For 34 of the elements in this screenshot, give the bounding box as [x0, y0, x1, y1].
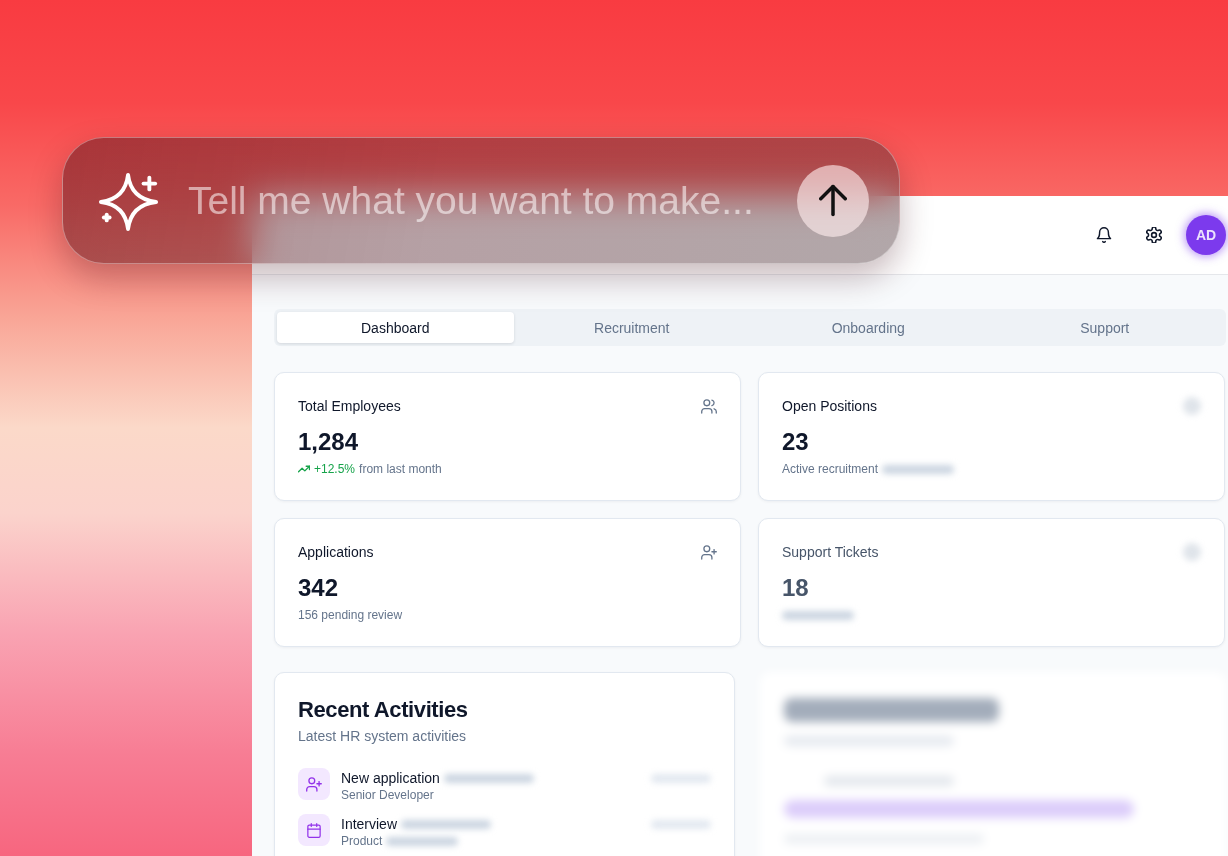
- people-icon: [701, 398, 717, 414]
- tab[interactable]: Dashboard: [277, 312, 514, 343]
- change-value: +12.5%: [314, 462, 356, 476]
- blurred-icon: [1183, 397, 1201, 415]
- prompt-input[interactable]: Tell me what you want to make...: [188, 174, 769, 227]
- add-user-icon: [298, 768, 330, 800]
- stat-note: Active recruitment: [782, 462, 879, 476]
- avatar[interactable]: AD: [1186, 215, 1226, 255]
- tab[interactable]: Onboarding: [750, 312, 987, 343]
- trend-up-icon: [298, 465, 310, 473]
- tab[interactable]: Recruitment: [513, 312, 750, 343]
- activity-subtitle: Product: [341, 833, 383, 849]
- card-subtitle: Latest HR system activities: [298, 727, 468, 746]
- stat-value: 18: [782, 573, 809, 603]
- stat-title: Support Tickets: [782, 543, 879, 562]
- stat-title: Total Employees: [298, 397, 401, 416]
- stat-note: 156 pending review: [298, 608, 403, 622]
- stat-title: Applications: [298, 543, 374, 562]
- card-title: Recent Activities: [298, 696, 469, 724]
- add-user-icon: [701, 544, 717, 560]
- stat-value: 1,284: [298, 427, 359, 457]
- blurred-icon: [1183, 543, 1201, 561]
- activity-title: New application: [341, 769, 440, 787]
- change-caption: from last month: [359, 462, 442, 476]
- stat-value: 342: [298, 573, 339, 603]
- stat-title: Open Positions: [782, 397, 877, 416]
- activity-subtitle: Senior Developer: [341, 787, 434, 803]
- stat-value: 23: [782, 427, 809, 457]
- activity-title: Interview: [341, 815, 398, 833]
- calendar-icon: [298, 814, 330, 846]
- bell-icon: [1096, 227, 1112, 243]
- tab[interactable]: Support: [986, 312, 1223, 343]
- prompt-field[interactable]: Tell me what you want to make...: [62, 137, 900, 264]
- settings-icon: [1146, 227, 1162, 243]
